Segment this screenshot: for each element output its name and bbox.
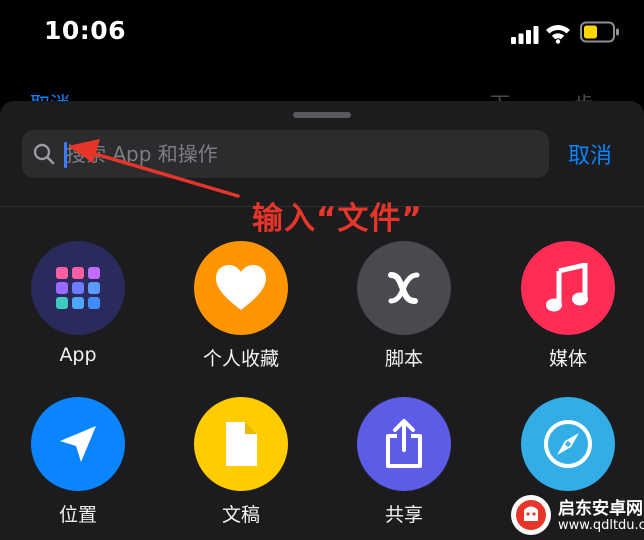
category-favorites[interactable]: 个人收藏 <box>176 241 306 381</box>
action-picker-sheet: 取消 App 个人收藏 <box>0 101 644 540</box>
category-scripting[interactable]: 脚本 <box>339 241 469 381</box>
annotation-text: 输入“文件” <box>252 201 423 237</box>
status-time: 10:06 <box>44 16 127 45</box>
search-icon <box>33 143 55 165</box>
category-location[interactable]: 位置 <box>13 397 143 537</box>
category-documents[interactable]: 文稿 <box>176 397 306 537</box>
location-arrow-icon <box>31 397 125 491</box>
cancel-button[interactable]: 取消 <box>568 138 612 170</box>
category-label: App <box>59 344 97 366</box>
category-label: 媒体 <box>548 348 587 370</box>
music-note-icon <box>521 241 615 335</box>
search-input[interactable] <box>66 136 536 172</box>
document-icon <box>194 397 288 491</box>
heart-icon <box>194 241 288 335</box>
category-label: 个人收藏 <box>202 348 279 370</box>
compass-icon <box>521 397 615 491</box>
watermark-logo-icon <box>511 495 551 535</box>
app-grid-icon <box>31 241 125 335</box>
script-x-icon <box>357 241 451 335</box>
search-bar[interactable] <box>22 130 549 178</box>
category-media[interactable]: 媒体 <box>503 241 633 381</box>
share-icon <box>357 397 451 491</box>
cellular-signal-icon <box>511 26 539 44</box>
category-label: 脚本 <box>384 348 423 370</box>
battery-icon <box>580 21 619 43</box>
category-app[interactable]: App <box>13 241 143 381</box>
category-label: 位置 <box>58 504 97 526</box>
status-bar: 10:06 <box>0 0 644 70</box>
category-label: 共享 <box>384 504 423 526</box>
sheet-grabber[interactable] <box>293 112 351 118</box>
watermark-url: www.qdltdu.com <box>558 518 644 533</box>
watermark: 启东安卓网 www.qdltdu.com <box>510 492 644 540</box>
category-label: 文稿 <box>221 504 260 526</box>
wifi-icon <box>546 25 570 44</box>
category-sharing[interactable]: 共享 <box>339 397 469 537</box>
watermark-title: 启东安卓网 <box>558 499 643 519</box>
